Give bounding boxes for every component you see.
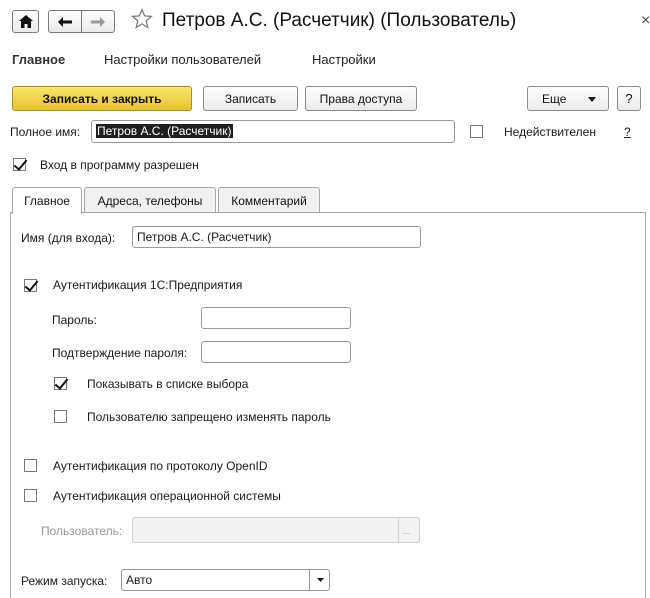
window-title: Петров А.С. (Расчетчик) (Пользователь) [162, 10, 517, 31]
more-button[interactable]: Еще [527, 86, 609, 111]
tab-main[interactable]: Главное [12, 52, 65, 67]
close-icon[interactable]: × [641, 12, 650, 30]
favorite-star-icon[interactable] [131, 8, 153, 33]
help-button[interactable]: ? [617, 86, 641, 111]
auth-openid-label: Аутентификация по протоколу OpenID [53, 459, 268, 473]
show-in-list-checkbox[interactable] [54, 377, 67, 390]
auth-1c-checkbox[interactable] [24, 279, 37, 292]
os-user-field [132, 517, 420, 543]
no-change-password-label: Пользователю запрещено изменять пароль [87, 410, 331, 424]
os-user-label: Пользователь: [41, 524, 123, 538]
login-allowed-label: Вход в программу разрешен [40, 158, 199, 172]
chevron-down-icon [588, 97, 596, 102]
auth-os-label: Аутентификация операционной системы [53, 489, 281, 503]
password-label: Пароль: [52, 313, 97, 327]
back-button[interactable] [48, 10, 82, 33]
launch-mode-dropdown-button[interactable] [309, 569, 330, 591]
forward-button[interactable] [81, 10, 115, 33]
invalid-label: Недействителен [504, 125, 596, 139]
launch-mode-value: Авто [126, 573, 153, 587]
invalid-checkbox[interactable] [470, 125, 483, 138]
auth-os-checkbox[interactable] [24, 489, 37, 502]
inner-tab-addresses[interactable]: Адреса, телефоны [84, 187, 216, 213]
password-confirm-field[interactable] [201, 341, 351, 363]
password-confirm-label: Подтверждение пароля: [52, 346, 188, 360]
auth-openid-checkbox[interactable] [24, 459, 37, 472]
show-in-list-label: Показывать в списке выбора [87, 377, 249, 391]
inner-tab-comment[interactable]: Комментарий [218, 187, 320, 213]
fullname-label: Полное имя: [10, 125, 81, 139]
save-and-close-button[interactable]: Записать и закрыть [12, 86, 192, 111]
chevron-down-icon [316, 578, 324, 582]
login-name-label: Имя (для входа): [21, 231, 116, 245]
os-user-select-button: ... [398, 517, 420, 543]
home-button[interactable] [12, 10, 39, 33]
login-name-field[interactable]: Петров А.С. (Расчетчик) [132, 226, 421, 248]
arrow-left-icon [58, 16, 72, 27]
launch-mode-label: Режим запуска: [21, 574, 108, 588]
launch-mode-select[interactable]: Авто [121, 569, 330, 591]
auth-1c-label: Аутентификация 1С:Предприятия [53, 278, 243, 292]
home-icon [18, 15, 33, 28]
tab-settings[interactable]: Настройки [312, 52, 376, 67]
fullname-field[interactable]: Петров А.С. (Расчетчик) [91, 120, 455, 143]
arrow-right-icon [91, 16, 105, 27]
fullname-value: Петров А.С. (Расчетчик) [96, 124, 233, 138]
inner-tab-main[interactable]: Главное [12, 187, 82, 214]
invalid-help-link[interactable]: ? [624, 125, 631, 139]
password-field[interactable] [201, 307, 351, 329]
save-button[interactable]: Записать [203, 86, 298, 111]
no-change-password-checkbox[interactable] [54, 410, 67, 423]
login-allowed-checkbox[interactable] [13, 158, 26, 171]
tab-user-settings[interactable]: Настройки пользователей [104, 52, 261, 67]
access-rights-button[interactable]: Права доступа [305, 86, 417, 111]
more-label: Еще [542, 91, 567, 106]
